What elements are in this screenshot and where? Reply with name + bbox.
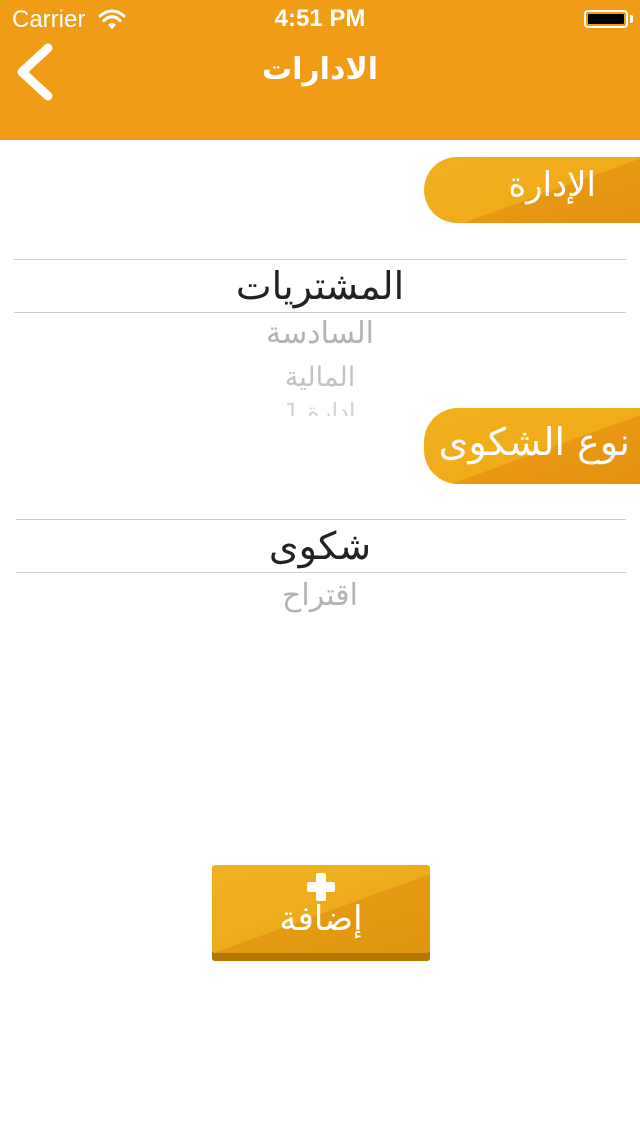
picker-item[interactable]: اقتراح (0, 578, 640, 613)
plus-icon (307, 873, 335, 901)
status-bar: Carrier 4:51 PM (0, 0, 640, 40)
department-label-text: الإدارة (508, 165, 596, 205)
screen: Carrier 4:51 PM الادارات الإدارة المشتري… (0, 0, 640, 1136)
complaint-type-picker[interactable]: شكوى اقتراح (0, 518, 640, 628)
page-title: الادارات (261, 52, 378, 87)
picker-item[interactable]: السادسة (0, 316, 640, 351)
complaint-type-section-label: نوع الشكوى (424, 408, 640, 484)
department-picker[interactable]: المشتريات السادسة المالية ادارة 1 (0, 258, 640, 418)
nav-header: Carrier 4:51 PM الادارات (0, 0, 640, 140)
department-section-label: الإدارة (424, 157, 640, 223)
battery-tip (630, 15, 633, 23)
add-button-label: إضافة (279, 899, 363, 939)
picker-selection-bottom-line (16, 572, 626, 573)
picker-selected-item[interactable]: شكوى (0, 524, 640, 568)
picker-selected-item[interactable]: المشتريات (0, 264, 640, 308)
add-button[interactable]: إضافة (212, 865, 430, 961)
battery-icon (584, 10, 628, 28)
picker-selection-top-line (14, 259, 626, 260)
picker-selection-top-line (16, 519, 626, 520)
picker-selection-bottom-line (14, 312, 626, 313)
complaint-type-label-text: نوع الشكوى (438, 420, 630, 464)
clock: 4:51 PM (274, 5, 366, 32)
picker-item[interactable]: المالية (0, 362, 640, 393)
